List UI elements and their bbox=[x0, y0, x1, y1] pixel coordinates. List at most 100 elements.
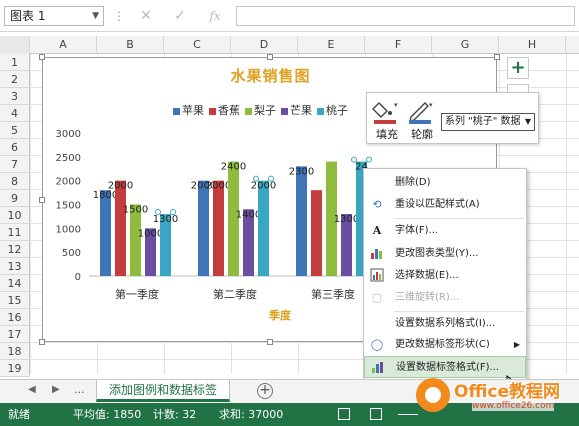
row-header[interactable]: 12 bbox=[0, 241, 30, 258]
label-shape-icon: ◯ bbox=[370, 338, 384, 351]
chevron-down-icon[interactable]: ▼ bbox=[92, 7, 99, 25]
chart-bar[interactable] bbox=[100, 190, 111, 276]
selection-handle[interactable] bbox=[155, 209, 161, 216]
row-header[interactable]: 9 bbox=[0, 190, 30, 207]
row-header[interactable]: 16 bbox=[0, 309, 30, 326]
next-sheet-icon[interactable]: ▶ bbox=[52, 384, 60, 395]
column-header-e[interactable]: E bbox=[298, 36, 365, 54]
column-header-a[interactable]: A bbox=[30, 36, 97, 54]
menu-item-reset-style[interactable]: ⟲ 重设以匹配样式(A) bbox=[364, 194, 526, 216]
pen-outline-icon: ▾ bbox=[409, 101, 433, 124]
row-header[interactable]: 7 bbox=[0, 156, 30, 173]
selection-handle[interactable] bbox=[253, 175, 259, 182]
data-label[interactable]: 2400 bbox=[221, 162, 246, 173]
resize-handle[interactable] bbox=[39, 339, 45, 345]
resize-handle[interactable] bbox=[267, 339, 273, 345]
chart-bar[interactable] bbox=[213, 180, 224, 276]
menu-separator bbox=[394, 311, 524, 312]
name-box[interactable]: 图表 1 ▼ bbox=[4, 6, 104, 26]
row-header[interactable]: 19 bbox=[0, 360, 30, 377]
chart-bar[interactable] bbox=[258, 180, 269, 276]
resize-handle[interactable] bbox=[267, 54, 273, 60]
more-sheets-button[interactable]: ... bbox=[74, 383, 85, 396]
row-header[interactable]: 10 bbox=[0, 207, 30, 224]
menu-item-change-chart-type[interactable]: 更改图表类型(Y)... bbox=[364, 243, 526, 265]
y-tick-label: 2000 bbox=[56, 177, 81, 188]
chart-element-selector[interactable]: 系列 "桃子" 数据 ▼ bbox=[441, 113, 535, 131]
row-header[interactable]: 15 bbox=[0, 292, 30, 309]
row-header[interactable]: 2 bbox=[0, 71, 30, 88]
resize-handle[interactable] bbox=[39, 54, 45, 60]
row-header[interactable]: 11 bbox=[0, 224, 30, 241]
data-label[interactable]: 2000 bbox=[206, 181, 231, 192]
column-header-f[interactable]: F bbox=[365, 36, 432, 54]
menu-separator bbox=[394, 218, 524, 219]
x-tick-label: 第三季度 bbox=[311, 287, 355, 301]
chart-bar[interactable] bbox=[198, 180, 209, 276]
normal-view-icon[interactable] bbox=[338, 408, 350, 420]
row-header[interactable]: 17 bbox=[0, 326, 30, 343]
zoom-slider[interactable] bbox=[398, 414, 418, 415]
selected-series: 系列 "桃子" 数据 bbox=[445, 116, 521, 127]
resize-handle[interactable] bbox=[494, 54, 500, 60]
row-header[interactable]: 13 bbox=[0, 258, 30, 275]
formula-input[interactable] bbox=[236, 6, 575, 26]
menu-item-format-data-labels[interactable]: 设置数据标签格式(F)... bbox=[364, 356, 526, 378]
data-label[interactable]: 2000 bbox=[108, 181, 133, 192]
x-axis-title[interactable]: 季度 bbox=[269, 307, 291, 323]
insert-function-icon[interactable]: fx bbox=[205, 6, 225, 26]
selection-handle[interactable] bbox=[268, 175, 274, 182]
row-header[interactable]: 5 bbox=[0, 122, 30, 139]
data-label[interactable]: 2300 bbox=[289, 166, 314, 177]
menu-item-delete[interactable]: 删除(D) bbox=[364, 172, 526, 194]
cancel-icon[interactable]: ✕ bbox=[136, 6, 156, 26]
row-header[interactable]: 1 bbox=[0, 54, 30, 71]
add-sheet-button[interactable]: + bbox=[257, 383, 273, 399]
watermark-text: Office教程网 bbox=[454, 382, 561, 402]
x-tick-label: 第一季度 bbox=[115, 287, 159, 301]
column-header-c[interactable]: C bbox=[164, 36, 231, 54]
confirm-icon[interactable]: ✓ bbox=[170, 6, 190, 26]
row-header[interactable]: 14 bbox=[0, 275, 30, 292]
menu-item-select-data[interactable]: 选择数据(E)... bbox=[364, 265, 526, 287]
font-icon: A bbox=[372, 224, 382, 237]
data-label[interactable]: 1800 bbox=[93, 190, 118, 201]
column-header-g[interactable]: G bbox=[432, 36, 499, 54]
rotate-3d-icon: ▢ bbox=[371, 291, 383, 304]
data-label[interactable]: 1500 bbox=[123, 205, 148, 216]
formula-bar: 图表 1 ▼ ⋮ ✕ ✓ fx bbox=[0, 0, 579, 32]
row-header[interactable]: 4 bbox=[0, 105, 30, 122]
data-label[interactable]: 1300 bbox=[334, 214, 359, 225]
outline-button[interactable]: ▾ 轮廓 bbox=[405, 97, 439, 141]
prev-sheet-icon[interactable]: ◀ bbox=[28, 384, 36, 395]
more-options-icon: ⋮ bbox=[113, 9, 125, 23]
row-header[interactable]: 18 bbox=[0, 343, 30, 360]
selection-handle[interactable] bbox=[351, 156, 357, 163]
page-layout-icon[interactable] bbox=[370, 408, 382, 420]
sheet-tab-active[interactable]: 添加图例和数据标签 bbox=[96, 380, 230, 402]
row-header[interactable]: 8 bbox=[0, 173, 30, 190]
chevron-right-icon: ▶ bbox=[513, 340, 520, 349]
column-header-d[interactable]: D bbox=[231, 36, 298, 54]
menu-item-change-label-shape[interactable]: ◯ 更改数据标签形状(C) ▶ bbox=[364, 334, 526, 356]
menu-item-font[interactable]: A 字体(F)... bbox=[364, 220, 526, 242]
data-label[interactable]: 1000 bbox=[138, 228, 163, 239]
data-label[interactable]: 1300 bbox=[153, 214, 178, 225]
svg-text:▾: ▾ bbox=[429, 101, 433, 109]
chart-elements-button[interactable]: + bbox=[507, 57, 529, 79]
resize-handle[interactable] bbox=[39, 197, 45, 203]
menu-item-format-data-series[interactable]: 设置数据系列格式(I)... bbox=[364, 313, 526, 335]
selection-handle[interactable] bbox=[366, 156, 372, 163]
select-all-corner[interactable] bbox=[0, 36, 30, 54]
chart-bar[interactable] bbox=[311, 190, 322, 276]
column-header-h[interactable]: H bbox=[499, 36, 566, 54]
chart-bar[interactable] bbox=[115, 180, 126, 276]
column-header-b[interactable]: B bbox=[97, 36, 164, 54]
chart-bar[interactable] bbox=[296, 166, 307, 276]
data-label[interactable]: 2000 bbox=[251, 181, 276, 192]
row-header[interactable]: 6 bbox=[0, 139, 30, 156]
selection-handle[interactable] bbox=[170, 209, 176, 216]
data-label[interactable]: 1400 bbox=[236, 209, 261, 220]
fill-button[interactable]: ▾ 填充 bbox=[370, 97, 404, 141]
row-header[interactable]: 3 bbox=[0, 88, 30, 105]
